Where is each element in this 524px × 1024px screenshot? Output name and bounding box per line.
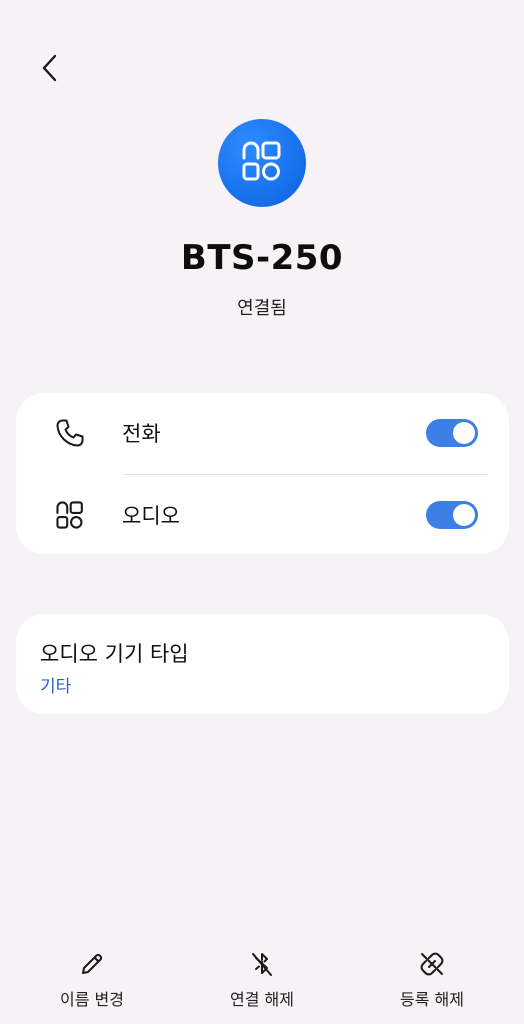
pencil-icon [76,948,108,980]
back-button[interactable] [28,48,72,92]
audio-device-icon [52,497,88,533]
audio-type-value: 기타 [40,677,72,697]
unpair-button[interactable]: 등록 해제 [352,948,512,1018]
profile-label-phone: 전화 [122,422,161,446]
disconnect-label: 연결 해제 [230,990,294,1009]
device-category-icon [239,138,285,188]
rename-label: 이름 변경 [60,990,124,1009]
unpair-label: 등록 해제 [400,990,464,1009]
bluetooth-off-icon [246,948,278,980]
phone-icon [52,415,88,451]
toggle-knob [453,504,475,526]
profile-label-audio: 오디오 [122,504,180,528]
connection-status: 연결됨 [237,298,287,319]
device-name: BTS-250 [180,238,344,278]
profiles-card: 전화 오디오 [16,393,509,554]
chevron-left-icon [39,53,61,87]
audio-type-card[interactable]: 오디오 기기 타입 기타 [16,614,509,714]
profile-row-audio[interactable]: 오디오 [16,475,509,555]
phone-toggle[interactable] [426,419,478,447]
audio-toggle[interactable] [426,501,478,529]
profile-row-phone[interactable]: 전화 [16,393,509,473]
unlink-icon [416,948,448,980]
rename-button[interactable]: 이름 변경 [12,948,172,1018]
disconnect-button[interactable]: 연결 해제 [182,948,342,1018]
device-icon [218,119,306,207]
toggle-knob [453,422,475,444]
audio-type-title: 오디오 기기 타입 [40,642,189,666]
